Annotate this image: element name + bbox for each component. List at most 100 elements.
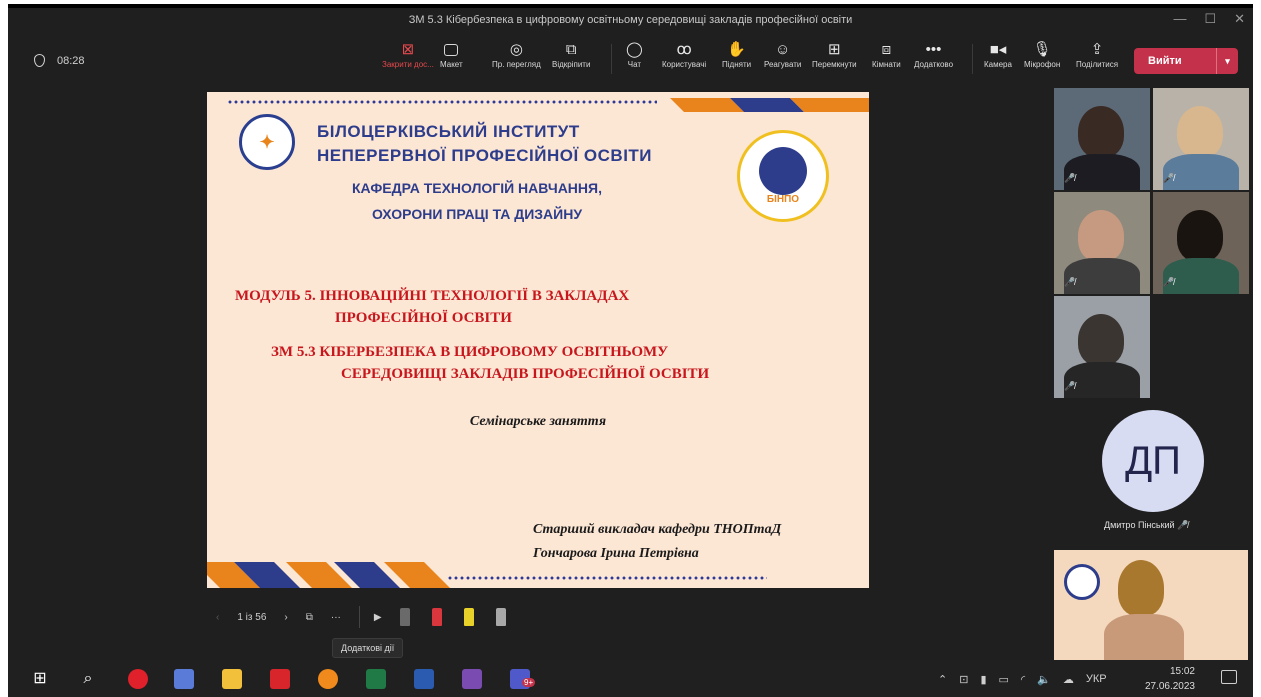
title-bar: ЗМ 5.3 Кібербезпека в цифровому освітньо… — [8, 4, 1253, 32]
module-title-line1: МОДУЛЬ 5. ІННОВАЦІЙНІ ТЕХНОЛОГІЇ В ЗАКЛА… — [235, 288, 630, 304]
chat-icon: ◯ — [626, 41, 643, 58]
tray-app-icon[interactable]: ⊡ — [959, 673, 968, 686]
teams-icon[interactable]: 9+ — [510, 669, 536, 689]
window-title: ЗМ 5.3 Кібербезпека в цифровому освітньо… — [408, 14, 853, 26]
more-actions-tooltip: Додаткові дії — [332, 638, 404, 658]
system-tray: ⌃ ⊡ ▮ ▭ ◜ 🔈 ☁ УКР — [938, 673, 1107, 686]
close-share-icon: ⊠ — [401, 41, 415, 58]
participant-video[interactable]: 🎤̸ — [1054, 192, 1150, 294]
camera-icon: ■◂ — [989, 41, 1007, 58]
department-line1: КАФЕДРА ТЕХНОЛОГІЙ НАВЧАННЯ, — [352, 180, 602, 196]
maximize-button[interactable]: ☐ — [1204, 11, 1216, 27]
participant-video[interactable]: 🎤̸ — [1054, 88, 1150, 190]
module-title-line2: ПРОФЕСІЙНОЇ ОСВІТИ — [335, 310, 512, 326]
calculator-icon[interactable] — [174, 669, 194, 689]
prev-slide-icon[interactable]: ‹ — [216, 612, 219, 623]
participant-video[interactable]: 🎤̸ — [1054, 296, 1150, 398]
participant-video[interactable]: 🎤̸ — [1153, 192, 1249, 294]
windows-start-icon[interactable]: ⊞ — [30, 669, 50, 689]
wifi-icon[interactable]: ◜ — [1021, 673, 1025, 686]
elapsed-time: 08:28 — [57, 54, 85, 67]
acrobat-icon[interactable] — [270, 669, 290, 689]
pointer-icon[interactable]: ▶ — [374, 612, 382, 623]
share-button[interactable]: ⇪ Поділитися — [1076, 40, 1118, 69]
mic-off-icon: 🎤̸ — [1163, 277, 1175, 287]
pen-icon[interactable] — [399, 608, 410, 626]
rooms-icon: ⧈ — [881, 41, 892, 58]
minimize-button[interactable]: — — [1173, 11, 1186, 27]
rooms-button[interactable]: ⧈ Кімнати — [872, 40, 901, 69]
windows-taskbar: ⊞ ⌕ 9+ ⌃ ⊡ ▮ ▭ ◜ 🔈 ☁ УКР 15:02 27.06.202… — [8, 660, 1253, 697]
popout-icon: ⧉ — [565, 41, 577, 58]
eye-icon: ◎ — [509, 41, 523, 58]
stop-sharing-button[interactable]: ⊠ Закрити дос... — [382, 40, 434, 69]
mic-off-icon: 🎤̸ — [1177, 520, 1189, 530]
chevron-up-icon[interactable]: ⌃ — [938, 673, 947, 686]
leave-button[interactable]: Вийти ▾ — [1134, 48, 1238, 74]
chevron-down-icon[interactable]: ▾ — [1216, 48, 1238, 74]
file-explorer-icon[interactable] — [222, 669, 242, 689]
teams-window: ЗМ 5.3 Кібербезпека в цифровому освітньо… — [8, 4, 1253, 697]
react-button[interactable]: ☺ Реагувати — [764, 40, 801, 69]
shield-icon — [34, 54, 45, 67]
more-actions-icon[interactable]: ··· — [331, 612, 341, 623]
search-icon[interactable]: ⌕ — [78, 669, 98, 689]
chat-button[interactable]: ◯ Чат — [626, 40, 643, 69]
mic-off-icon: 🎤̸ — [1064, 381, 1076, 391]
opera-icon[interactable] — [128, 669, 148, 689]
camera-button[interactable]: ■◂ Камера — [984, 40, 1012, 69]
share-icon: ⇪ — [1090, 41, 1104, 58]
battery-icon[interactable]: ▭ — [999, 673, 1009, 686]
decor-dots-top — [227, 100, 657, 104]
participant-video[interactable]: 🎤̸ — [1153, 88, 1249, 190]
topic-title-line2: СЕРЕДОВИЩІ ЗАКЛАДІВ ПРОФЕСІЙНОЇ ОСВІТИ — [341, 366, 710, 382]
mic-off-icon: 🎤̸ — [1064, 277, 1076, 287]
department-line2: ОХОРОНИ ПРАЦІ ТА ДИЗАЙНУ — [371, 206, 583, 222]
next-slide-icon[interactable]: › — [284, 612, 287, 623]
slide-counter: 1 із 56 — [237, 611, 267, 623]
close-window-button[interactable]: ✕ — [1234, 11, 1245, 27]
excel-icon[interactable] — [366, 669, 386, 689]
firefox-icon[interactable] — [318, 669, 338, 689]
notifications-icon[interactable] — [1221, 670, 1237, 684]
shared-slide: ✦ БІЛОЦЕРКІВСЬКИЙ ІНСТИТУТ НЕПЕРЕРВНОЇ П… — [207, 92, 869, 588]
decor-stripe — [790, 98, 869, 112]
meeting-toolbar: 08:28 ⊠ Закрити дос... Макет ◎ Пр. перег… — [8, 32, 1253, 88]
teams-badge: 9+ — [522, 678, 536, 687]
meeting-timer: 08:28 — [34, 54, 85, 67]
eraser-icon[interactable] — [495, 608, 506, 626]
usb-icon[interactable]: ▮ — [980, 673, 986, 686]
layout-button[interactable]: Макет — [440, 40, 463, 69]
institute-name-line1: БІЛОЦЕРКІВСЬКИЙ ІНСТИТУТ — [317, 122, 580, 141]
popout-button[interactable]: ⧉ Відкріпити — [552, 40, 590, 69]
word-icon[interactable] — [414, 669, 434, 689]
thumbnails-icon[interactable]: ⧉ — [306, 612, 313, 623]
hand-icon: ✋ — [727, 41, 746, 58]
seminar-label: Семінарське заняття — [469, 414, 607, 429]
avatar[interactable]: ДП — [1102, 410, 1204, 512]
highlighter-icon[interactable] — [463, 608, 474, 626]
more-button[interactable]: ••• Додатково — [914, 40, 953, 69]
topic-title-line1: ЗМ 5.3 КІБЕРБЕЗПЕКА В ЦИФРОВОМУ ОСВІТНЬО… — [271, 344, 669, 360]
leave-label: Вийти — [1148, 55, 1182, 67]
microphone-button[interactable]: 🎙 Мікрофон — [1024, 40, 1060, 69]
app-icon[interactable] — [462, 669, 482, 689]
decor-dots-bottom — [447, 576, 767, 580]
presenter-preview-button[interactable]: ◎ Пр. перегляд — [492, 40, 541, 69]
slide-navigation: ‹ 1 із 56 › ⧉ ··· ▶ — [216, 606, 528, 628]
red-pen-icon[interactable] — [431, 608, 442, 626]
switch-rooms-button[interactable]: ⊞ Перемкнути — [812, 40, 857, 69]
people-button[interactable]: ꝏ Користувачі — [662, 40, 706, 69]
institute-name-line2: НЕПЕРЕРВНОЇ ПРОФЕСІЙНОЇ ОСВІТИ — [317, 146, 653, 165]
volume-icon[interactable]: 🔈 — [1037, 673, 1051, 686]
microphone-icon: 🎙 — [1032, 41, 1052, 58]
author-name: Гончарова Ірина Петрівна — [533, 546, 699, 561]
logo-text: БІНПО — [766, 194, 800, 205]
mic-off-icon: 🎤̸ — [1064, 173, 1076, 183]
author-position: Старший викладач кафедри ТНОПтаД — [533, 522, 782, 537]
clock-time: 15:02 — [1169, 666, 1195, 677]
language-indicator[interactable]: УКР — [1086, 673, 1107, 686]
self-view-video[interactable] — [1054, 550, 1248, 660]
raise-hand-button[interactable]: ✋ Підняти — [722, 40, 751, 69]
onedrive-icon[interactable]: ☁ — [1063, 673, 1074, 686]
